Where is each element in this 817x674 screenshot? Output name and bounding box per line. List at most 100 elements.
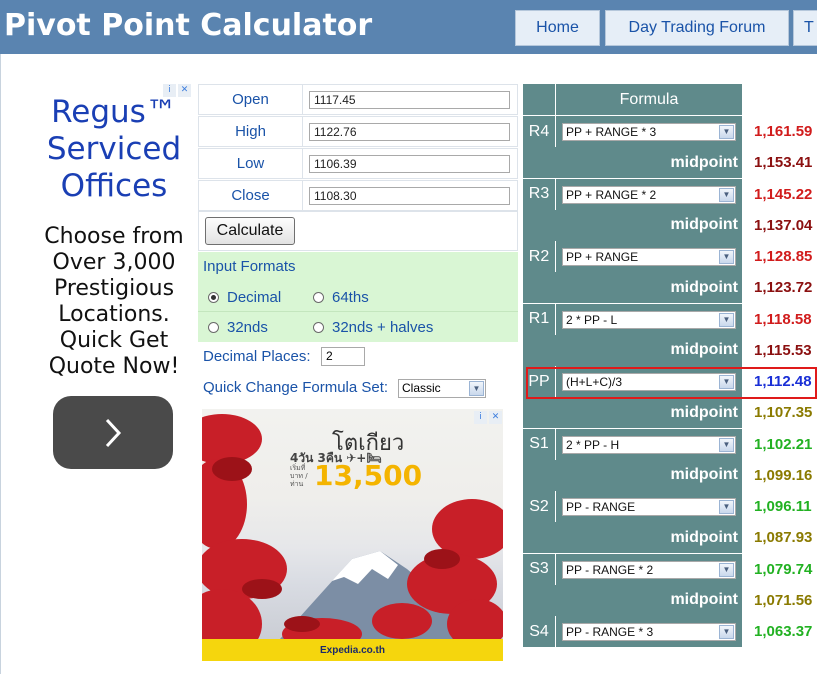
chevron-down-icon[interactable]: ▼ bbox=[719, 187, 734, 202]
low-label: Low bbox=[199, 149, 303, 178]
format-decimal-label[interactable]: Decimal bbox=[227, 289, 281, 306]
regus-ad[interactable]: i ✕ Regus™ Serviced Offices Choose from … bbox=[35, 84, 193, 484]
ad2-price[interactable]: 13,500 bbox=[314, 459, 422, 492]
info-icon[interactable]: i bbox=[474, 411, 487, 424]
radio-unchecked-icon[interactable] bbox=[208, 322, 219, 333]
pivot-midpoint-label: midpoint bbox=[523, 334, 742, 366]
high-row: High 1122.76 bbox=[198, 116, 518, 147]
format-32nds-halves-option[interactable]: 32nds + halves bbox=[313, 319, 433, 336]
chevron-down-icon[interactable]: ▼ bbox=[719, 437, 734, 452]
pivot-level-label: S2 bbox=[523, 491, 555, 522]
pivot-formula-select[interactable]: PP - RANGE * 2 ▼ bbox=[562, 560, 736, 579]
close-input[interactable]: 1108.30 bbox=[309, 187, 510, 205]
pivot-formula-select[interactable]: PP - RANGE ▼ bbox=[562, 498, 736, 516]
pivot-level-label: R4 bbox=[523, 116, 555, 147]
pivot-formula-value[interactable]: PP - RANGE bbox=[566, 500, 635, 514]
low-input[interactable]: 1106.39 bbox=[309, 155, 510, 173]
format-64ths-label[interactable]: 64ths bbox=[332, 289, 369, 306]
chevron-down-icon[interactable]: ▼ bbox=[719, 562, 734, 577]
pivot-midpoint-value: 1,099.16 bbox=[743, 459, 817, 491]
formula-set-select[interactable]: Classic ▼ bbox=[398, 379, 486, 398]
decimal-places-input[interactable]: 2 bbox=[321, 347, 365, 366]
pivot-level-value: 1,128.85 bbox=[743, 241, 817, 272]
pivot-formula-cell: PP - RANGE * 3 ▼ bbox=[556, 616, 742, 647]
close-icon[interactable]: ✕ bbox=[489, 411, 502, 424]
chevron-down-icon[interactable]: ▼ bbox=[719, 625, 734, 639]
pivot-formula-header: Formula bbox=[556, 84, 742, 115]
high-input[interactable]: 1122.76 bbox=[309, 123, 510, 141]
pivot-formula-select[interactable]: PP + RANGE * 3 ▼ bbox=[562, 123, 736, 141]
pivot-level-value: 1,161.59 bbox=[743, 116, 817, 147]
open-input[interactable]: 1117.45 bbox=[309, 91, 510, 109]
radio-checked-icon[interactable] bbox=[208, 292, 219, 303]
pivot-midpoint-value: 1,123.72 bbox=[743, 272, 817, 303]
quick-change-row: Quick Change Formula Set: Classic ▼ bbox=[198, 374, 518, 404]
ad2-footer[interactable]: Expedia.co.th bbox=[202, 639, 503, 661]
pivot-midpoint-label: midpoint bbox=[523, 584, 742, 616]
pivot-level-label: R3 bbox=[523, 178, 555, 210]
pivot-formula-value[interactable]: PP - RANGE * 2 bbox=[566, 563, 653, 577]
pivot-formula-cell: PP + RANGE ▼ bbox=[556, 241, 742, 272]
input-formats-box: Input Formats Decimal 64ths 32nds 32nds … bbox=[198, 252, 518, 342]
pivot-formula-select[interactable]: PP + RANGE ▼ bbox=[562, 248, 736, 266]
pivot-formula-cell: 2 * PP - L ▼ bbox=[556, 303, 742, 335]
expedia-ad[interactable]: i ✕ โตเกียว 4วัน 3คืน ✈+🛏 เริ่มที่ บาท /… bbox=[202, 409, 503, 661]
radio-unchecked-icon[interactable] bbox=[313, 322, 324, 333]
pivot-level-value: 1,145.22 bbox=[743, 178, 817, 210]
pivot-formula-value[interactable]: PP + RANGE * 3 bbox=[566, 125, 656, 139]
ad-arrow-button[interactable] bbox=[53, 396, 173, 469]
ad-brand[interactable]: Regus™ Serviced Offices bbox=[35, 94, 193, 205]
high-label: High bbox=[199, 117, 303, 146]
chevron-down-icon[interactable]: ▼ bbox=[719, 250, 734, 264]
pivot-formula-cell: PP + RANGE * 3 ▼ bbox=[556, 116, 742, 147]
ad2-from[interactable]: เริ่มที่ บาท /ท่าน bbox=[290, 464, 310, 488]
pivot-formula-value[interactable]: 2 * PP - L bbox=[566, 313, 617, 327]
pivot-formula-value[interactable]: PP - RANGE * 3 bbox=[566, 625, 653, 639]
nav-next-button[interactable]: T bbox=[793, 10, 817, 46]
radio-unchecked-icon[interactable] bbox=[313, 292, 324, 303]
pivot-formula-cell: PP - RANGE * 2 ▼ bbox=[556, 553, 742, 585]
pivot-formula-select[interactable]: PP - RANGE * 3 ▼ bbox=[562, 623, 736, 641]
pivot-formula-value[interactable]: PP + RANGE bbox=[566, 250, 638, 264]
pivot-midpoint-label: midpoint bbox=[523, 147, 742, 178]
pivot-formula-select[interactable]: 2 * PP - H ▼ bbox=[562, 435, 736, 454]
chevron-down-icon[interactable]: ▼ bbox=[719, 312, 734, 327]
pivot-midpoint-value: 1,071.56 bbox=[743, 584, 817, 616]
format-32nds-halves-label[interactable]: 32nds + halves bbox=[332, 319, 433, 336]
format-32nds-label[interactable]: 32nds bbox=[227, 319, 268, 336]
nav-home-button[interactable]: Home bbox=[515, 10, 600, 46]
pivot-midpoint-label: midpoint bbox=[523, 209, 742, 241]
pivot-midpoint-label: midpoint bbox=[523, 459, 742, 491]
pivot-midpoint-value: 1,153.41 bbox=[743, 147, 817, 178]
decimal-places-label: Decimal Places: bbox=[203, 348, 311, 365]
pivot-formula-select[interactable]: 2 * PP - L ▼ bbox=[562, 310, 736, 329]
format-decimal-option[interactable]: Decimal bbox=[208, 289, 281, 306]
low-row: Low 1106.39 bbox=[198, 148, 518, 179]
chevron-down-icon[interactable]: ▼ bbox=[469, 381, 484, 396]
chevron-down-icon[interactable]: ▼ bbox=[719, 500, 734, 514]
format-64ths-option[interactable]: 64ths bbox=[313, 289, 369, 306]
pivot-formula-value[interactable]: 2 * PP - H bbox=[566, 438, 619, 452]
chevron-right-icon bbox=[105, 418, 122, 448]
formula-set-value[interactable]: Classic bbox=[402, 381, 441, 395]
pivot-level-value: 1,079.74 bbox=[743, 553, 817, 585]
pivot-level-label: S4 bbox=[523, 616, 555, 647]
pivot-level-value: 1,096.11 bbox=[743, 491, 817, 522]
pivot-formula-select[interactable]: PP + RANGE * 2 ▼ bbox=[562, 185, 736, 204]
close-label: Close bbox=[199, 181, 303, 210]
input-formats-title: Input Formats bbox=[203, 258, 296, 275]
calculate-button[interactable]: Calculate bbox=[205, 217, 295, 245]
ad-copy[interactable]: Choose from Over 3,000 Prestigious Locat… bbox=[35, 224, 193, 380]
pivot-level-label: S3 bbox=[523, 553, 555, 585]
format-32nds-option[interactable]: 32nds bbox=[208, 319, 268, 336]
pivot-formula-cell: 2 * PP - H ▼ bbox=[556, 428, 742, 460]
nav-forum-button[interactable]: Day Trading Forum bbox=[605, 10, 789, 46]
pivot-formula-cell: PP - RANGE ▼ bbox=[556, 491, 742, 522]
pivot-formula-value[interactable]: PP + RANGE * 2 bbox=[566, 188, 656, 202]
ad2-brand[interactable]: Expedia.co.th bbox=[320, 645, 385, 656]
pivot-midpoint-value: 1,107.35 bbox=[743, 397, 817, 428]
chevron-down-icon[interactable]: ▼ bbox=[719, 125, 734, 139]
pivot-midpoint-label: midpoint bbox=[523, 397, 742, 428]
pivot-midpoint-value: 1,137.04 bbox=[743, 209, 817, 241]
formats-divider bbox=[198, 311, 518, 312]
